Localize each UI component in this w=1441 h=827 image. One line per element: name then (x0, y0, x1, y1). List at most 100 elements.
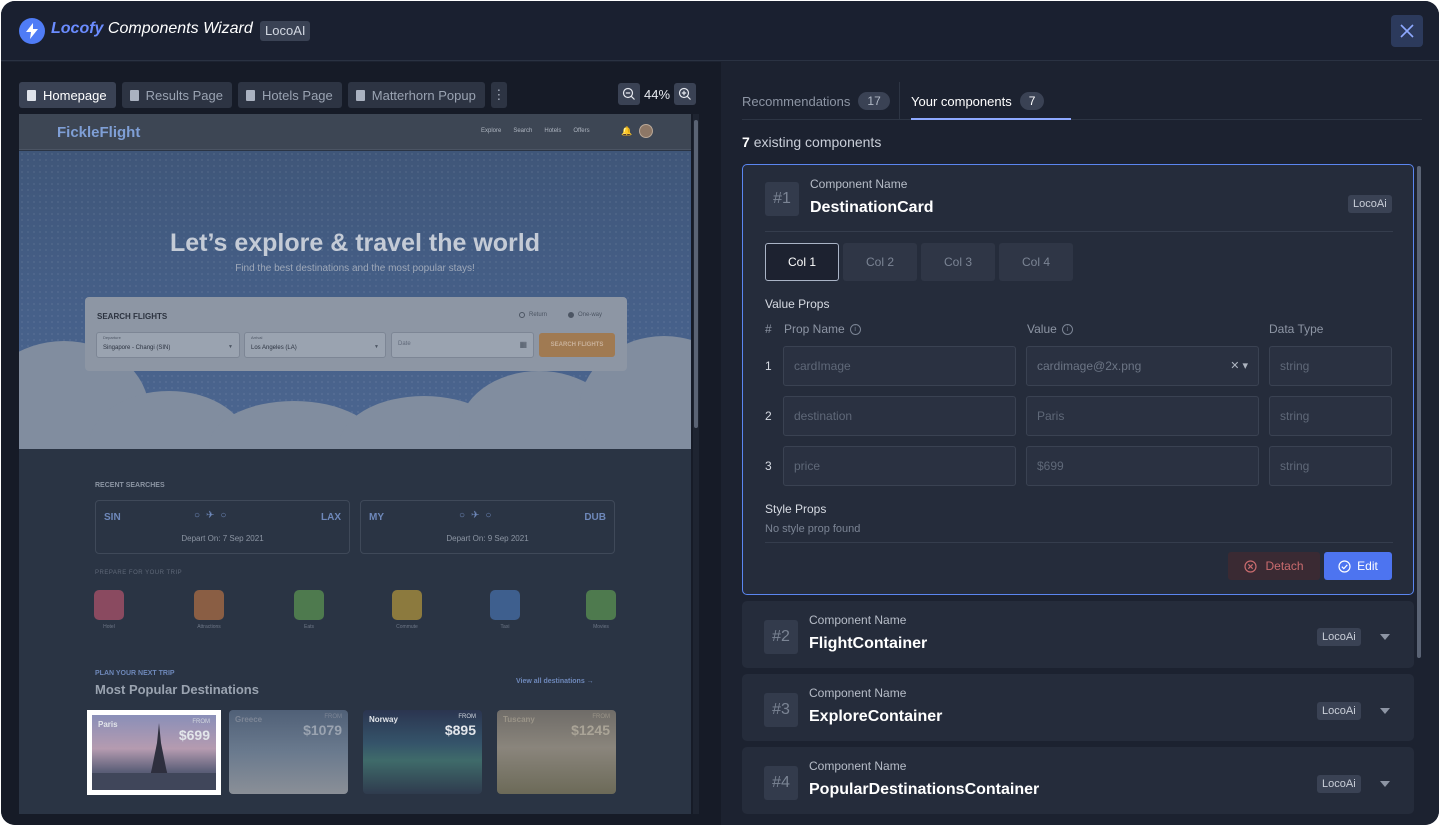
canvas-scrollbar[interactable] (694, 120, 698, 428)
prepare-trip-label: PREPARE FOR YOUR TRIP (95, 570, 183, 576)
data-type-input[interactable]: string (1269, 446, 1392, 486)
card-price: $699 (178, 727, 210, 743)
prop-value-select[interactable]: cardimage@2x.png ✕ ▾ (1026, 346, 1259, 386)
tab-label: Recommendations (742, 93, 851, 109)
preview-logo: FickleFlight (57, 124, 141, 141)
card-price: $1245 (571, 722, 610, 738)
close-button[interactable] (1391, 15, 1423, 47)
search-flights-button: SEARCH FLIGHTS (539, 333, 615, 357)
column-tabs: Col 1 Col 2 Col 3 Col 4 (765, 243, 1073, 281)
field-label: Departure (103, 335, 121, 340)
component-card-collapsed[interactable]: #2 Component Name FlightContainer LocoAi (742, 601, 1414, 668)
divider (765, 542, 1393, 543)
tab-divider (899, 82, 900, 120)
tab-label: Your components (911, 93, 1012, 109)
col-tab-1[interactable]: Col 1 (765, 243, 839, 281)
component-card-collapsed[interactable]: #4 Component Name PopularDestinationsCon… (742, 747, 1414, 814)
clear-and-chevron-icon[interactable]: ✕ ▾ (1230, 347, 1248, 385)
info-icon[interactable]: i (849, 323, 861, 335)
input-placeholder: $699 (1037, 459, 1064, 473)
no-style-props-message: No style prop found (765, 523, 861, 535)
data-type-input[interactable]: string (1269, 396, 1392, 436)
components-wizard-window: Locofy Components Wizard LocoAI Homepage… (1, 1, 1439, 825)
existing-text: existing components (753, 134, 882, 150)
arrival-field: Arrival Los Angeles (LA) ▼ (244, 332, 386, 358)
input-placeholder: string (1280, 459, 1310, 473)
chevron-down-icon: ▼ (374, 344, 379, 350)
info-icon[interactable]: i (1061, 323, 1073, 335)
component-card-expanded: #1 Component Name DestinationCard LocoAi… (742, 164, 1414, 595)
card-city: Norway (369, 715, 398, 724)
tab-hotels-page[interactable]: Hotels Page (237, 82, 342, 108)
prop-value-input[interactable]: $699 (1026, 446, 1259, 486)
search-title: SEARCH FLIGHTS (97, 312, 168, 321)
wizard-name: Components Wizard (107, 20, 253, 37)
components-scrollbar[interactable] (1417, 166, 1421, 658)
existing-count: 7 (742, 134, 750, 150)
depart-date: Depart On: 9 Sep 2021 (446, 534, 529, 543)
origin-code: MY (369, 512, 384, 523)
tab-results-page[interactable]: Results Page (121, 82, 232, 108)
recent-search-card: MY ○✈○ DUB Depart On: 9 Sep 2021 (360, 500, 615, 554)
zoom-out-button[interactable] (618, 83, 640, 105)
radio-label: One-way (578, 312, 603, 318)
header-label: Value (1027, 322, 1057, 336)
zoom-in-button[interactable] (674, 83, 696, 105)
prop-name-input[interactable]: price (783, 446, 1016, 486)
col-tab-4[interactable]: Col 4 (999, 243, 1073, 281)
page-tabs: Homepage Results Page Hotels Page Matter… (19, 82, 507, 108)
design-canvas[interactable]: FickleFlight Explore Search Hotels Offer… (19, 114, 691, 814)
data-type-input[interactable]: string (1269, 346, 1392, 386)
chevron-down-icon[interactable] (1380, 634, 1390, 640)
origin-code: SIN (104, 512, 121, 523)
tab-homepage[interactable]: Homepage (19, 82, 116, 108)
category-commute: Commute (382, 590, 432, 630)
chevron-down-icon[interactable] (1380, 708, 1390, 714)
component-number: #1 (765, 182, 799, 216)
edit-button[interactable]: Edit (1324, 552, 1392, 580)
prop-value-input[interactable]: Paris (1026, 396, 1259, 436)
locoai-badge: LocoAi (1317, 775, 1361, 793)
divider (765, 231, 1393, 232)
tab-matterhorn-popup[interactable]: Matterhorn Popup (347, 82, 485, 108)
component-tabs: Recommendations 17 Your components 7 (742, 82, 1422, 120)
recent-search-card: SIN ○✈○ LAX Depart On: 7 Sep 2021 (95, 500, 350, 554)
destination-card-selected[interactable]: Paris FROM $699 (87, 710, 221, 795)
tab-label: Homepage (43, 87, 107, 103)
radio-label: Return (529, 312, 548, 318)
plane-icon: ○✈○ (459, 510, 498, 521)
tab-your-components[interactable]: Your components 7 (911, 82, 1045, 120)
chevron-down-icon[interactable] (1380, 781, 1390, 787)
detach-button[interactable]: Detach (1228, 552, 1320, 580)
col-tab-2[interactable]: Col 2 (843, 243, 917, 281)
card-city: Greece (235, 715, 263, 724)
component-card-collapsed[interactable]: #3 Component Name ExploreContainer LocoA… (742, 674, 1414, 741)
locoai-badge: LocoAI (260, 21, 311, 41)
preview-nav-link: Offers (573, 128, 590, 134)
col-tab-3[interactable]: Col 3 (921, 243, 995, 281)
radio-icon (568, 312, 574, 318)
recent-searches-label: RECENT SEARCHES (95, 482, 165, 489)
prop-name-input[interactable]: cardImage (783, 346, 1016, 386)
card-price: $1079 (303, 722, 342, 738)
select-value: cardimage@2x.png (1037, 359, 1142, 373)
col-header-value: Value i (1027, 322, 1073, 336)
destination-code: DUB (584, 512, 606, 523)
locoai-badge: LocoAi (1348, 195, 1392, 213)
tab-label: Hotels Page (261, 87, 333, 103)
input-placeholder: destination (794, 409, 853, 423)
radio-icon (519, 312, 525, 318)
title-bar: Locofy Components Wizard LocoAI (1, 1, 1439, 61)
col-header-prop-name: Prop Name i (784, 322, 861, 336)
hotel-icon (94, 590, 124, 620)
category-label: Attractions (197, 624, 221, 630)
tab-recommendations[interactable]: Recommendations 17 (742, 82, 890, 120)
taxi-icon (490, 590, 520, 620)
prop-name-input[interactable]: destination (783, 396, 1016, 436)
category-hotel: Hotel (84, 590, 134, 630)
prop-row-number: 3 (765, 459, 772, 473)
input-placeholder: cardImage (794, 359, 851, 373)
category-label: Eats (303, 624, 314, 630)
more-tabs-button[interactable]: ⋮ (490, 82, 507, 108)
zoom-controls: 44% (618, 83, 696, 105)
